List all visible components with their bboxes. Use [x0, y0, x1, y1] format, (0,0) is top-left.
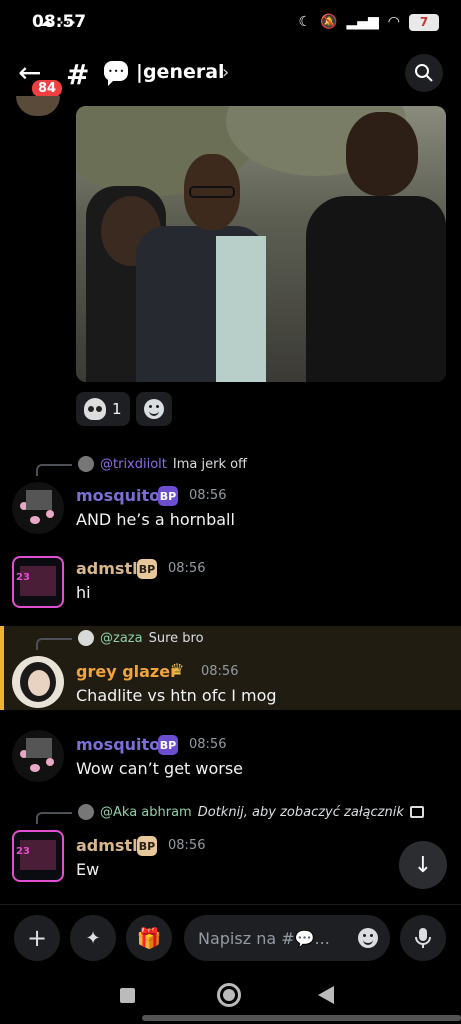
add-attachment-button[interactable]: + — [14, 915, 60, 961]
reply-avatar — [78, 456, 94, 472]
timestamp: 08:56 — [168, 561, 206, 576]
do-not-disturb-icon: ☾ — [298, 14, 312, 30]
bp-badge: BP — [137, 559, 157, 579]
reaction-count: 1 — [112, 400, 122, 418]
author-name[interactable]: mosquito — [76, 735, 160, 754]
signal-icon: ▂▄▆ — [346, 14, 379, 30]
reply-avatar — [78, 804, 94, 820]
gift-icon: 🎁 — [136, 926, 162, 950]
timestamp: 08:56 — [201, 664, 239, 679]
arrow-down-icon: ↓ — [413, 852, 433, 878]
avatar[interactable] — [12, 656, 64, 708]
message-placeholder: Napisz na #💬... — [198, 928, 330, 948]
bp-badge: BP — [158, 486, 178, 506]
battery-icon: 7 — [409, 13, 439, 31]
scroll-indicator — [142, 1015, 461, 1021]
apps-button[interactable]: ✦ — [70, 915, 116, 961]
channel-header: ← 84 # ••• |general › — [0, 44, 461, 106]
search-button[interactable] — [405, 54, 443, 92]
channel-name[interactable]: |general — [136, 61, 225, 83]
timestamp: 08:56 — [168, 838, 206, 853]
microphone-icon — [415, 928, 431, 948]
scroll-to-bottom-button[interactable]: ↓ — [399, 841, 447, 889]
reaction-bar: 1 — [76, 392, 172, 426]
message-text: AND he’s a hornball — [76, 510, 235, 529]
gif-attachment[interactable] — [76, 106, 446, 382]
voice-message-button[interactable] — [400, 915, 446, 961]
message-text: Wow can’t get worse — [76, 759, 244, 778]
timestamp: 08:56 — [189, 488, 227, 503]
reply-avatar — [78, 630, 94, 646]
search-icon — [415, 64, 433, 82]
mute-icon: 🔕 — [320, 14, 338, 30]
reply-preview[interactable]: @trixdiiolt Ima jerk off — [78, 456, 247, 472]
avatar[interactable]: 23 — [12, 556, 64, 608]
message-composer: + ✦ 🎁 Napisz na #💬... — [0, 904, 461, 968]
timestamp: 08:56 — [189, 737, 227, 752]
avatar[interactable] — [12, 482, 64, 534]
reply-text: Sure bro — [148, 630, 204, 646]
author-name[interactable]: mosquito — [76, 486, 160, 505]
add-reaction-icon — [143, 399, 164, 419]
message-text: hi — [76, 583, 91, 602]
bp-badge: BP — [137, 836, 157, 856]
bp-badge: BP — [158, 735, 178, 755]
reply-text: Ima jerk off — [172, 456, 248, 472]
author-name[interactable]: admstl — [76, 836, 138, 855]
reply-text: Dotknij, aby zobaczyć załącznik — [197, 804, 404, 820]
plus-icon: + — [26, 924, 48, 952]
reply-mention: @trixdiiolt — [100, 456, 167, 472]
message-input[interactable]: Napisz na #💬... — [184, 915, 390, 961]
avatar[interactable]: 23 — [12, 830, 64, 882]
author-name[interactable]: admstl — [76, 559, 138, 578]
message-text: Chadlite vs htn ofc I mog — [76, 686, 277, 705]
apps-icon: ✦ — [85, 927, 101, 949]
emoji-picker-icon[interactable] — [358, 928, 378, 948]
reply-mention: @zaza — [100, 630, 143, 646]
add-reaction-button[interactable] — [135, 392, 172, 426]
avatar[interactable] — [12, 730, 64, 782]
reply-preview[interactable]: @Aka abhram Dotknij, aby zobaczyć załącz… — [78, 804, 424, 820]
status-time: 08:57 — [32, 12, 87, 32]
skull-icon — [84, 398, 106, 420]
crown-icon: ♛ — [170, 660, 185, 679]
home-icon[interactable] — [217, 983, 241, 1007]
avatar[interactable] — [16, 96, 60, 116]
reply-mention: @Aka abhram — [100, 804, 192, 820]
back-icon[interactable] — [318, 986, 334, 1004]
skull-reaction[interactable]: 1 — [76, 392, 130, 426]
status-bar: 08:57 ☁ ··· ☾ 🔕 ▂▄▆ ◠ 7 — [0, 0, 461, 44]
wifi-icon: ◠ — [387, 14, 400, 30]
hash-icon: # — [66, 58, 90, 91]
reply-preview[interactable]: @zaza Sure bro — [78, 630, 204, 646]
chevron-right-icon[interactable]: › — [222, 62, 229, 83]
speech-bubble-icon: ••• — [104, 61, 128, 86]
recents-icon[interactable] — [120, 988, 135, 1003]
gift-button[interactable]: 🎁 — [126, 915, 172, 961]
author-name[interactable]: grey glazer — [76, 662, 178, 681]
message-text: Ew — [76, 860, 100, 879]
image-icon — [409, 806, 424, 818]
